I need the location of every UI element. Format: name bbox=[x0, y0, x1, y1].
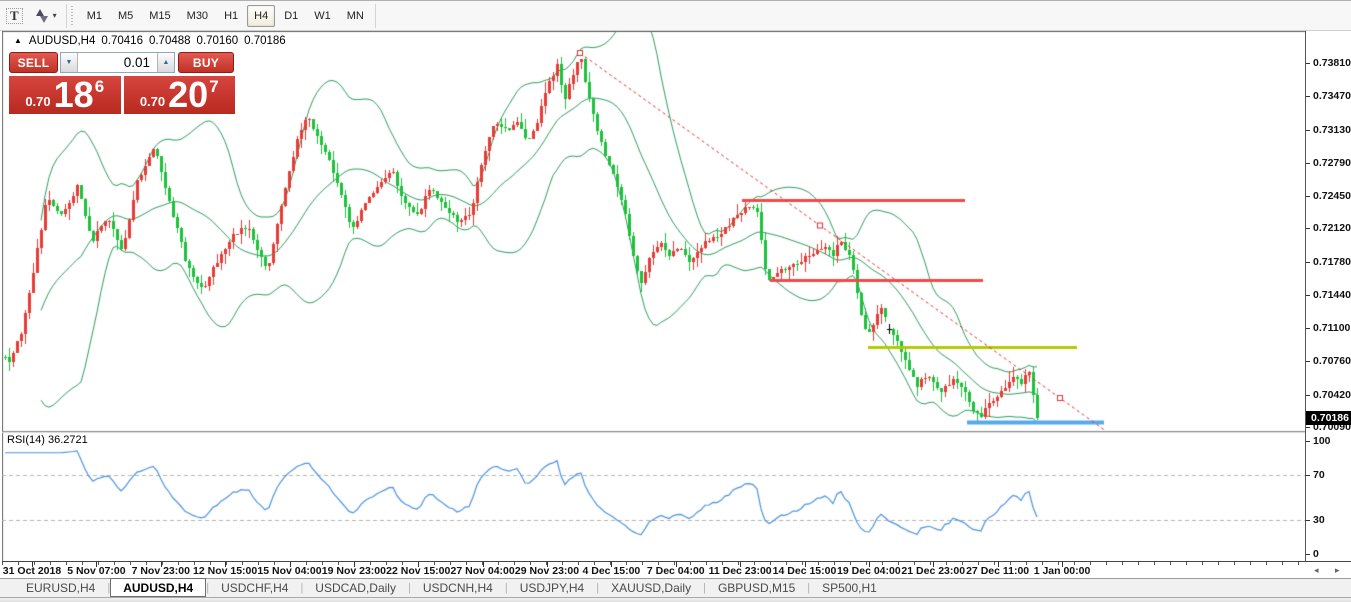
time-axis-major-tick bbox=[483, 562, 484, 567]
dropdown-caret-icon: ▾ bbox=[52, 11, 57, 20]
price-axis: 0.73810 0.73470 0.73130 0.72790 0.72450 0.721… bbox=[1305, 31, 1351, 561]
time-axis-major-tick bbox=[354, 562, 355, 567]
sell-price-display[interactable]: 0.70 18 6 bbox=[9, 76, 121, 114]
volume-spinner: ▼ 0.01 ▲ bbox=[60, 52, 175, 73]
tab-scroll-right-icon[interactable]: ▸ bbox=[1335, 565, 1340, 576]
tab-scroll-left-icon[interactable]: ◂ bbox=[1314, 565, 1319, 576]
time-axis-major-tick bbox=[418, 562, 419, 567]
price-axis-label: 0.72790 bbox=[1306, 157, 1351, 169]
text-tool-icon: T bbox=[6, 7, 23, 24]
time-axis: ◂ ▸ 31 Oct 2018 5 Nov 07:00 7 Nov 23:00 12 … bbox=[2, 561, 1351, 578]
timeframe-button-H1[interactable]: H1 bbox=[217, 5, 245, 27]
timeframe-toolbar: M1 M5 M15 M30 H1 H4 D1 W1 MN bbox=[79, 4, 372, 27]
price-axis-label: 0.73810 bbox=[1306, 57, 1351, 69]
rsi-scale-label: 100 bbox=[1306, 435, 1351, 447]
chart-tab-USDJPY-H4[interactable]: USDJPY,H4 bbox=[508, 579, 596, 597]
buy-price-prefix: 0.70 bbox=[139, 94, 166, 109]
rsi-scale-label: 0 bbox=[1306, 548, 1351, 560]
chart-tab-GBPUSD-M15[interactable]: GBPUSD,M15 bbox=[706, 579, 807, 597]
ohlc-high: 0.70488 bbox=[148, 35, 191, 47]
price-axis-label: 0.71780 bbox=[1306, 256, 1351, 268]
time-axis-major-tick bbox=[676, 562, 677, 567]
rsi-scale-label: 70 bbox=[1306, 469, 1351, 481]
buy-button[interactable]: BUY bbox=[178, 52, 234, 73]
timeframe-button-M30[interactable]: M30 bbox=[180, 5, 215, 27]
time-axis-major-tick bbox=[805, 562, 806, 567]
toolbar-drag-handle[interactable] bbox=[70, 5, 76, 26]
one-click-trading-panel: SELL ▼ 0.01 ▲ BUY 0.70 18 6 0.70 20 7 bbox=[9, 52, 235, 114]
toolbar-separator bbox=[65, 3, 67, 28]
price-axis-label: 0.70760 bbox=[1306, 355, 1351, 367]
time-axis-major-tick bbox=[225, 562, 226, 567]
timeframe-button-W1[interactable]: W1 bbox=[307, 5, 338, 27]
time-axis-major-tick bbox=[290, 562, 291, 567]
price-axis-label: 0.72120 bbox=[1306, 222, 1351, 234]
arrows-tool-button[interactable]: ▾ bbox=[30, 5, 62, 27]
time-axis-major-tick bbox=[547, 562, 548, 567]
time-axis-major-tick bbox=[869, 562, 870, 567]
ohlc-low: 0.70160 bbox=[196, 35, 239, 47]
chart-tab-SP500-H1[interactable]: SP500,H1 bbox=[810, 579, 889, 597]
time-axis-major-tick bbox=[740, 562, 741, 567]
volume-decrease-button[interactable]: ▼ bbox=[61, 53, 78, 72]
time-axis-major-tick bbox=[933, 562, 934, 567]
timeframe-button-D1[interactable]: D1 bbox=[277, 5, 305, 27]
rsi-indicator-label: RSI(14) 36.2721 bbox=[7, 434, 88, 446]
toolbar: T ▾ M1 M5 M15 M30 H1 H4 D1 W1 MN bbox=[0, 1, 1351, 31]
sell-price-prefix: 0.70 bbox=[25, 94, 51, 109]
chart-tab-USDCAD-Daily[interactable]: USDCAD,Daily bbox=[303, 579, 408, 597]
triangle-up-icon: ▲ bbox=[162, 59, 170, 66]
time-axis-major-tick bbox=[1062, 562, 1063, 567]
sell-price-point: 6 bbox=[94, 77, 105, 96]
volume-increase-button[interactable]: ▲ bbox=[157, 53, 174, 72]
time-axis-major-tick bbox=[96, 562, 97, 567]
text-tool-button[interactable]: T bbox=[1, 5, 28, 27]
timeframe-button-M5[interactable]: M5 bbox=[111, 5, 140, 27]
price-axis-label: 0.72450 bbox=[1306, 190, 1351, 202]
rsi-scale-label: 30 bbox=[1306, 514, 1351, 526]
time-axis-major-tick bbox=[32, 562, 33, 567]
price-axis-label: 0.71100 bbox=[1306, 322, 1351, 334]
buy-price-display[interactable]: 0.70 20 7 bbox=[123, 74, 235, 115]
chart-ohlc-readout: ▲ AUDUSD,H4 0.70416 0.70488 0.70160 0.70186 bbox=[14, 35, 286, 47]
toolbar-separator bbox=[374, 3, 376, 28]
chart-tab-USDCHF-H4[interactable]: USDCHF,H4 bbox=[209, 579, 300, 597]
time-axis-major-tick bbox=[998, 562, 999, 567]
timeframe-button-M1[interactable]: M1 bbox=[80, 5, 109, 27]
time-axis-major-tick bbox=[611, 562, 612, 567]
chart-tab-USDCNH-H4[interactable]: USDCNH,H4 bbox=[411, 579, 505, 597]
ohlc-open: 0.70416 bbox=[101, 35, 143, 47]
price-axis-label: 0.73130 bbox=[1306, 124, 1351, 136]
sell-price-pips: 18 bbox=[53, 74, 94, 115]
triangle-down-icon: ▼ bbox=[65, 59, 73, 66]
chart-tab-bar: EURUSD,H4 | AUDUSD,H4 | USDCHF,H4 | USDCAD,Dai… bbox=[0, 578, 1351, 597]
chart-plot-area: ▲ AUDUSD,H4 0.70416 0.70488 0.70160 0.70186 S… bbox=[2, 31, 1305, 561]
mt4-window: T ▾ M1 M5 M15 M30 H1 H4 D1 W1 MN ▲ AUDUSD,H4 0.704… bbox=[0, 0, 1351, 602]
buy-price-pips: 20 bbox=[168, 74, 209, 115]
price-axis-label: 0.70420 bbox=[1306, 389, 1351, 401]
timeframe-button-H4[interactable]: H4 bbox=[247, 4, 276, 27]
sell-button[interactable]: SELL bbox=[9, 52, 58, 73]
ohlc-close: 0.70186 bbox=[244, 35, 286, 47]
symbol-label: AUDUSD,H4 bbox=[28, 35, 96, 47]
collapse-marker-icon: ▲ bbox=[14, 36, 22, 45]
timeframe-button-MN[interactable]: MN bbox=[340, 5, 371, 27]
chart-tab-XAUUSD-Daily[interactable]: XAUUSD,Daily bbox=[599, 579, 703, 597]
volume-input[interactable]: 0.01 bbox=[78, 53, 157, 72]
arrows-tool-icon bbox=[35, 8, 49, 23]
chart-tab-AUDUSD-H4[interactable]: AUDUSD,H4 bbox=[110, 578, 207, 597]
current-price-tag: 0.70186 bbox=[1306, 411, 1351, 425]
time-axis-major-tick bbox=[161, 562, 162, 567]
price-axis-label: 0.71440 bbox=[1306, 289, 1351, 301]
timeframe-button-M15[interactable]: M15 bbox=[142, 5, 177, 27]
buy-price-point: 7 bbox=[209, 77, 219, 96]
chart-tab-EURUSD-H4[interactable]: EURUSD,H4 bbox=[14, 579, 107, 597]
price-axis-label: 0.73470 bbox=[1306, 90, 1351, 102]
window-bottom-edge bbox=[0, 597, 1351, 602]
